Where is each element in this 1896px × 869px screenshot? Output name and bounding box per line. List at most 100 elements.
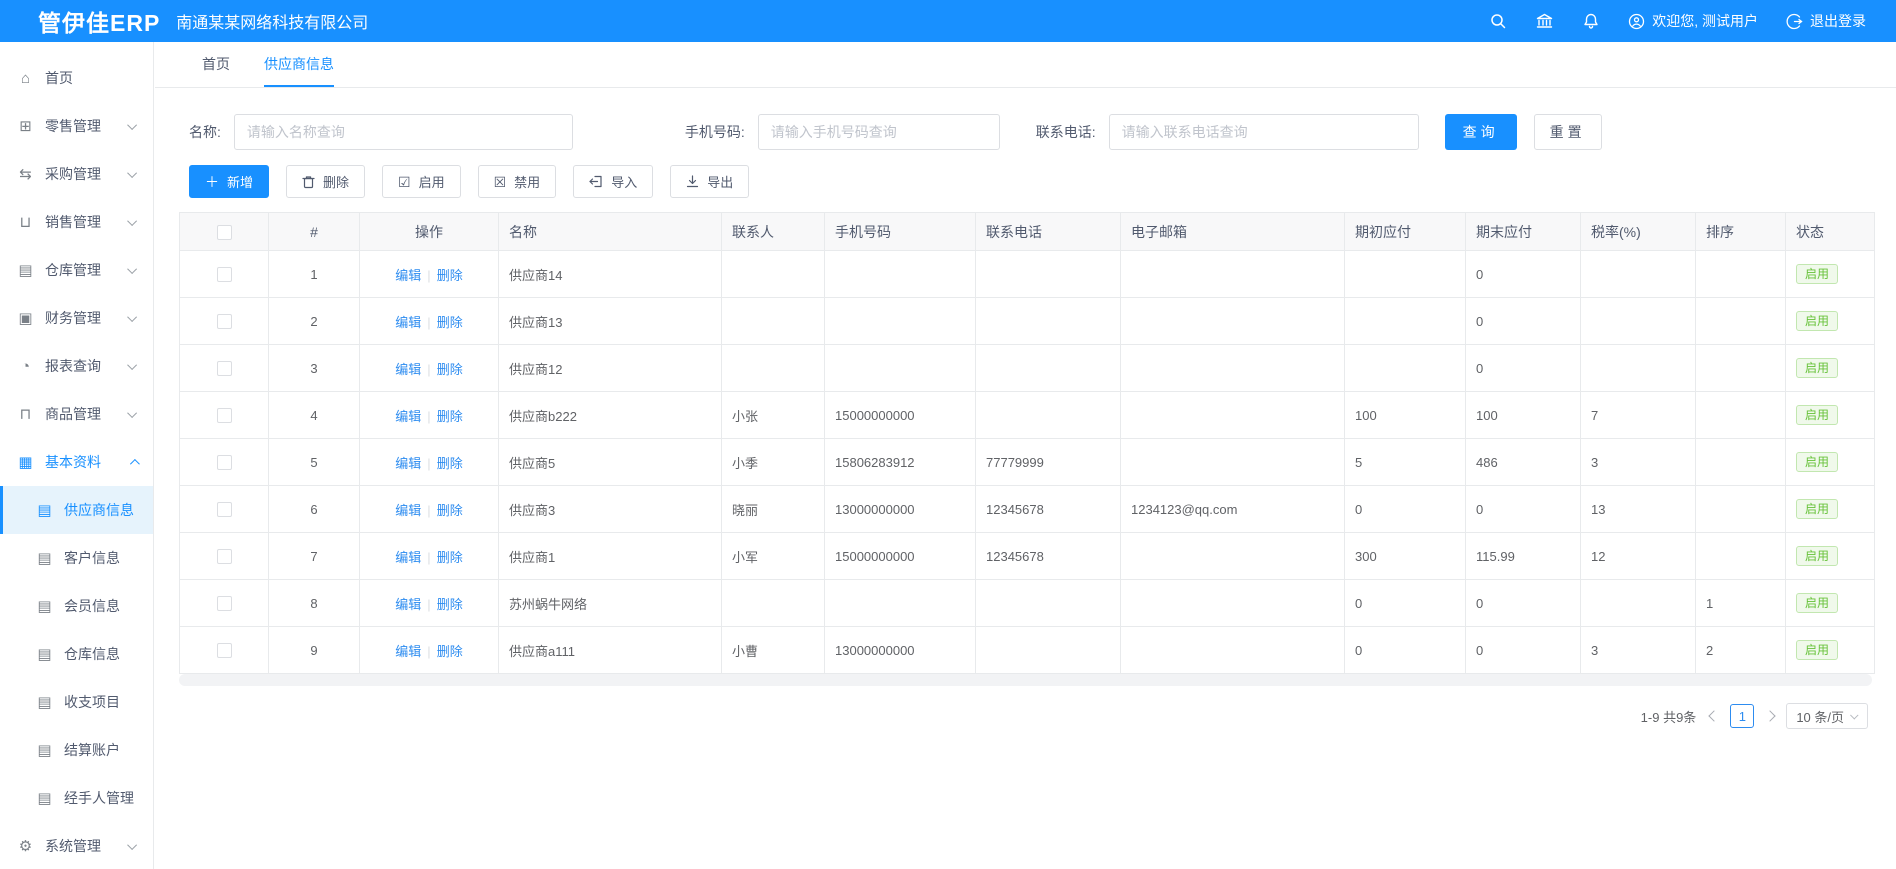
export-button[interactable]: 导出: [670, 165, 749, 198]
edit-link[interactable]: 编辑: [395, 503, 421, 518]
sidebar-item-member-info[interactable]: ▤会员信息: [0, 582, 153, 630]
pagination-total: 1-9 共9条: [1641, 707, 1697, 726]
row-checkbox[interactable]: [217, 643, 232, 658]
sidebar-item-label: 首页: [45, 68, 73, 88]
cell-tax: 3: [1581, 627, 1696, 674]
sidebar-item-income-expense[interactable]: ▤收支项目: [0, 678, 153, 726]
edit-link[interactable]: 编辑: [395, 409, 421, 424]
row-checkbox[interactable]: [217, 314, 232, 329]
edit-link[interactable]: 编辑: [395, 550, 421, 565]
row-checkbox[interactable]: [217, 455, 232, 470]
sidebar-item-retail[interactable]: ⊞零售管理: [0, 102, 153, 150]
tel-search-input[interactable]: [1109, 114, 1419, 150]
sidebar-item-settlement-account[interactable]: ▤结算账户: [0, 726, 153, 774]
row-checkbox[interactable]: [217, 596, 232, 611]
select-all-checkbox[interactable]: [217, 225, 232, 240]
import-button[interactable]: 导入: [573, 165, 653, 198]
sidebar-item-finance[interactable]: ▣财务管理: [0, 294, 153, 342]
add-button[interactable]: ＋ 新增: [189, 165, 269, 198]
delete-link[interactable]: 删除: [437, 409, 463, 424]
prev-page-icon[interactable]: [1709, 710, 1720, 721]
chevron-down-icon: [1850, 711, 1858, 719]
page-number-button[interactable]: 1: [1730, 704, 1754, 728]
edit-link[interactable]: 编辑: [395, 644, 421, 659]
welcome-user[interactable]: 欢迎您, 测试用户: [1628, 11, 1758, 31]
sidebar-item-label: 采购管理: [45, 164, 101, 184]
cell-closing: 0: [1466, 486, 1581, 533]
delete-link[interactable]: 删除: [437, 597, 463, 612]
cell-action: 编辑|删除: [360, 251, 499, 298]
doc-icon: ▤: [36, 549, 53, 567]
notification-bell-icon[interactable]: [1582, 12, 1600, 30]
sidebar-item-purchase[interactable]: ⇆采购管理: [0, 150, 153, 198]
delete-link[interactable]: 删除: [437, 362, 463, 377]
edit-link[interactable]: 编辑: [395, 597, 421, 612]
row-checkbox[interactable]: [217, 502, 232, 517]
sidebar-item-label: 仓库管理: [45, 260, 101, 280]
column-header-contact: 联系人: [722, 213, 825, 251]
cell-status: 启用: [1786, 439, 1875, 486]
edit-link[interactable]: 编辑: [395, 456, 421, 471]
mobile-search-input[interactable]: [758, 114, 1000, 150]
edit-link[interactable]: 编辑: [395, 268, 421, 283]
main-content: 首页供应商信息 名称: 手机号码: 联系电话: 查询 重置 ＋ 新增 删除 ☑ …: [155, 42, 1896, 869]
cell-sort: [1696, 439, 1786, 486]
sidebar-item-supplier-info[interactable]: ▤供应商信息: [0, 486, 153, 534]
action-separator: |: [427, 644, 430, 659]
query-button[interactable]: 查询: [1445, 114, 1517, 150]
table-toolbar: ＋ 新增 删除 ☑ 启用 ☒ 禁用 导入: [189, 165, 1872, 198]
enable-button[interactable]: ☑ 启用: [382, 165, 461, 198]
cell-tel: [976, 580, 1121, 627]
sidebar-item-sales[interactable]: ⊔销售管理: [0, 198, 153, 246]
delete-link[interactable]: 删除: [437, 268, 463, 283]
bank-icon[interactable]: [1535, 12, 1554, 30]
sidebar-item-basic-data[interactable]: ▦基本资料: [0, 438, 153, 486]
name-search-input[interactable]: [234, 114, 573, 150]
delete-link[interactable]: 删除: [437, 456, 463, 471]
cell-status: 启用: [1786, 580, 1875, 627]
sidebar-item-warehouse-info[interactable]: ▤仓库信息: [0, 630, 153, 678]
row-select-cell: [180, 345, 269, 392]
row-checkbox[interactable]: [217, 267, 232, 282]
welcome-text: 欢迎您, 测试用户: [1652, 11, 1758, 31]
edit-link[interactable]: 编辑: [395, 362, 421, 377]
sidebar-item-system[interactable]: ⚙系统管理: [0, 822, 153, 869]
search-icon[interactable]: [1489, 12, 1507, 30]
delete-button[interactable]: 删除: [286, 165, 365, 198]
disable-button[interactable]: ☒ 禁用: [478, 165, 557, 198]
report-icon: ◔: [17, 358, 34, 375]
cell-contact: 小军: [722, 533, 825, 580]
sidebar-item-goods[interactable]: ⊓商品管理: [0, 390, 153, 438]
sidebar-item-warehouse[interactable]: ▤仓库管理: [0, 246, 153, 294]
reset-button[interactable]: 重置: [1534, 114, 1602, 150]
sidebar-item-handler-management[interactable]: ▤经手人管理: [0, 774, 153, 822]
action-separator: |: [427, 409, 430, 424]
row-select-cell: [180, 486, 269, 533]
delete-link[interactable]: 删除: [437, 644, 463, 659]
tab-home[interactable]: 首页: [202, 42, 230, 87]
logout-button[interactable]: 退出登录: [1786, 11, 1866, 31]
cell-action: 编辑|删除: [360, 486, 499, 533]
next-page-icon[interactable]: [1765, 710, 1776, 721]
cell-contact: [722, 345, 825, 392]
cell-opening: [1345, 251, 1466, 298]
sidebar-item-report[interactable]: ◔报表查询: [0, 342, 153, 390]
cell-mobile: [825, 345, 976, 392]
page-size-select[interactable]: 10 条/页: [1786, 703, 1868, 729]
sidebar-item-customer-info[interactable]: ▤客户信息: [0, 534, 153, 582]
cell-opening: 0: [1345, 486, 1466, 533]
cell-tax: [1581, 345, 1696, 392]
row-checkbox[interactable]: [217, 361, 232, 376]
row-checkbox[interactable]: [217, 549, 232, 564]
delete-link[interactable]: 删除: [437, 550, 463, 565]
sidebar-item-home[interactable]: ⌂首页: [0, 54, 153, 102]
cell-tax: 7: [1581, 392, 1696, 439]
delete-link[interactable]: 删除: [437, 503, 463, 518]
delete-link[interactable]: 删除: [437, 315, 463, 330]
tab-supplier-info[interactable]: 供应商信息: [264, 42, 334, 87]
horizontal-scrollbar[interactable]: [179, 674, 1872, 686]
row-checkbox[interactable]: [217, 408, 232, 423]
edit-link[interactable]: 编辑: [395, 315, 421, 330]
cell-opening: [1345, 298, 1466, 345]
cell-action: 编辑|删除: [360, 439, 499, 486]
